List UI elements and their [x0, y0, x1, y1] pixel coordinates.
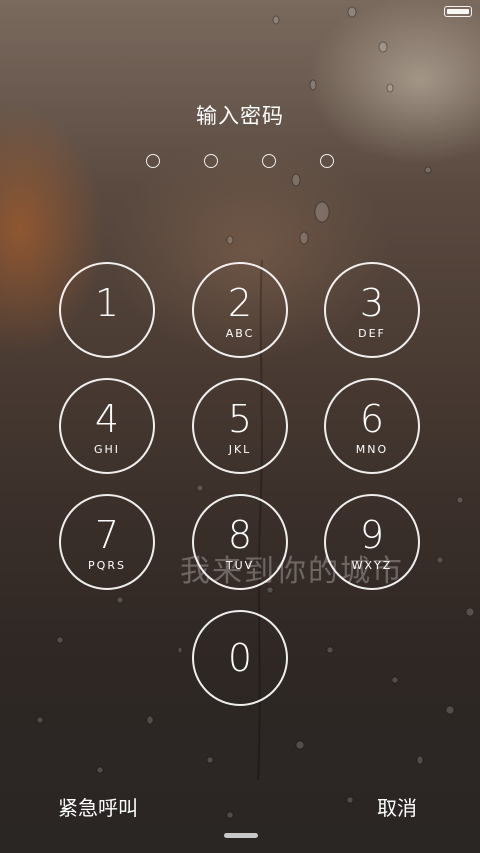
- key-letters: GHI: [93, 443, 121, 456]
- key-letters: JKL: [228, 443, 252, 456]
- key-digit: 4: [94, 397, 120, 441]
- passcode-dot: [320, 154, 334, 168]
- key-5[interactable]: 5 JKL: [192, 378, 288, 474]
- passcode-dot: [146, 154, 160, 168]
- key-digit: 1: [94, 281, 120, 325]
- key-2[interactable]: 2 ABC: [192, 262, 288, 358]
- passcode-dot: [204, 154, 218, 168]
- key-letters: PQRS: [88, 559, 126, 572]
- key-digit: 3: [359, 281, 385, 325]
- key-digit: 7: [94, 513, 120, 557]
- passcode-dot: [262, 154, 276, 168]
- key-digit: 9: [359, 513, 385, 557]
- battery-icon: [444, 6, 472, 17]
- key-digit: 6: [359, 397, 385, 441]
- key-9[interactable]: 9 WXYZ: [324, 494, 420, 590]
- passcode-indicator: [146, 154, 334, 172]
- key-3[interactable]: 3 DEF: [324, 262, 420, 358]
- emergency-call-button[interactable]: 紧急呼叫: [58, 792, 138, 821]
- key-digit: 8: [227, 513, 253, 557]
- key-digit: 5: [227, 397, 253, 441]
- key-1[interactable]: 1: [59, 262, 155, 358]
- page-title: 输入密码: [196, 104, 284, 128]
- key-letters: TUV: [225, 559, 255, 572]
- key-6[interactable]: 6 MNO: [324, 378, 420, 474]
- key-letters: MNO: [355, 443, 389, 456]
- key-8[interactable]: 8 TUV: [192, 494, 288, 590]
- key-letters: DEF: [358, 327, 386, 340]
- key-digit: 0: [227, 636, 253, 680]
- key-0[interactable]: 0: [192, 610, 288, 706]
- key-4[interactable]: 4 GHI: [59, 378, 155, 474]
- home-indicator[interactable]: [224, 833, 258, 838]
- key-letters: ABC: [225, 327, 255, 340]
- key-letters: WXYZ: [351, 559, 393, 572]
- key-digit: 2: [227, 281, 253, 325]
- key-7[interactable]: 7 PQRS: [59, 494, 155, 590]
- cancel-button[interactable]: 取消: [377, 792, 417, 821]
